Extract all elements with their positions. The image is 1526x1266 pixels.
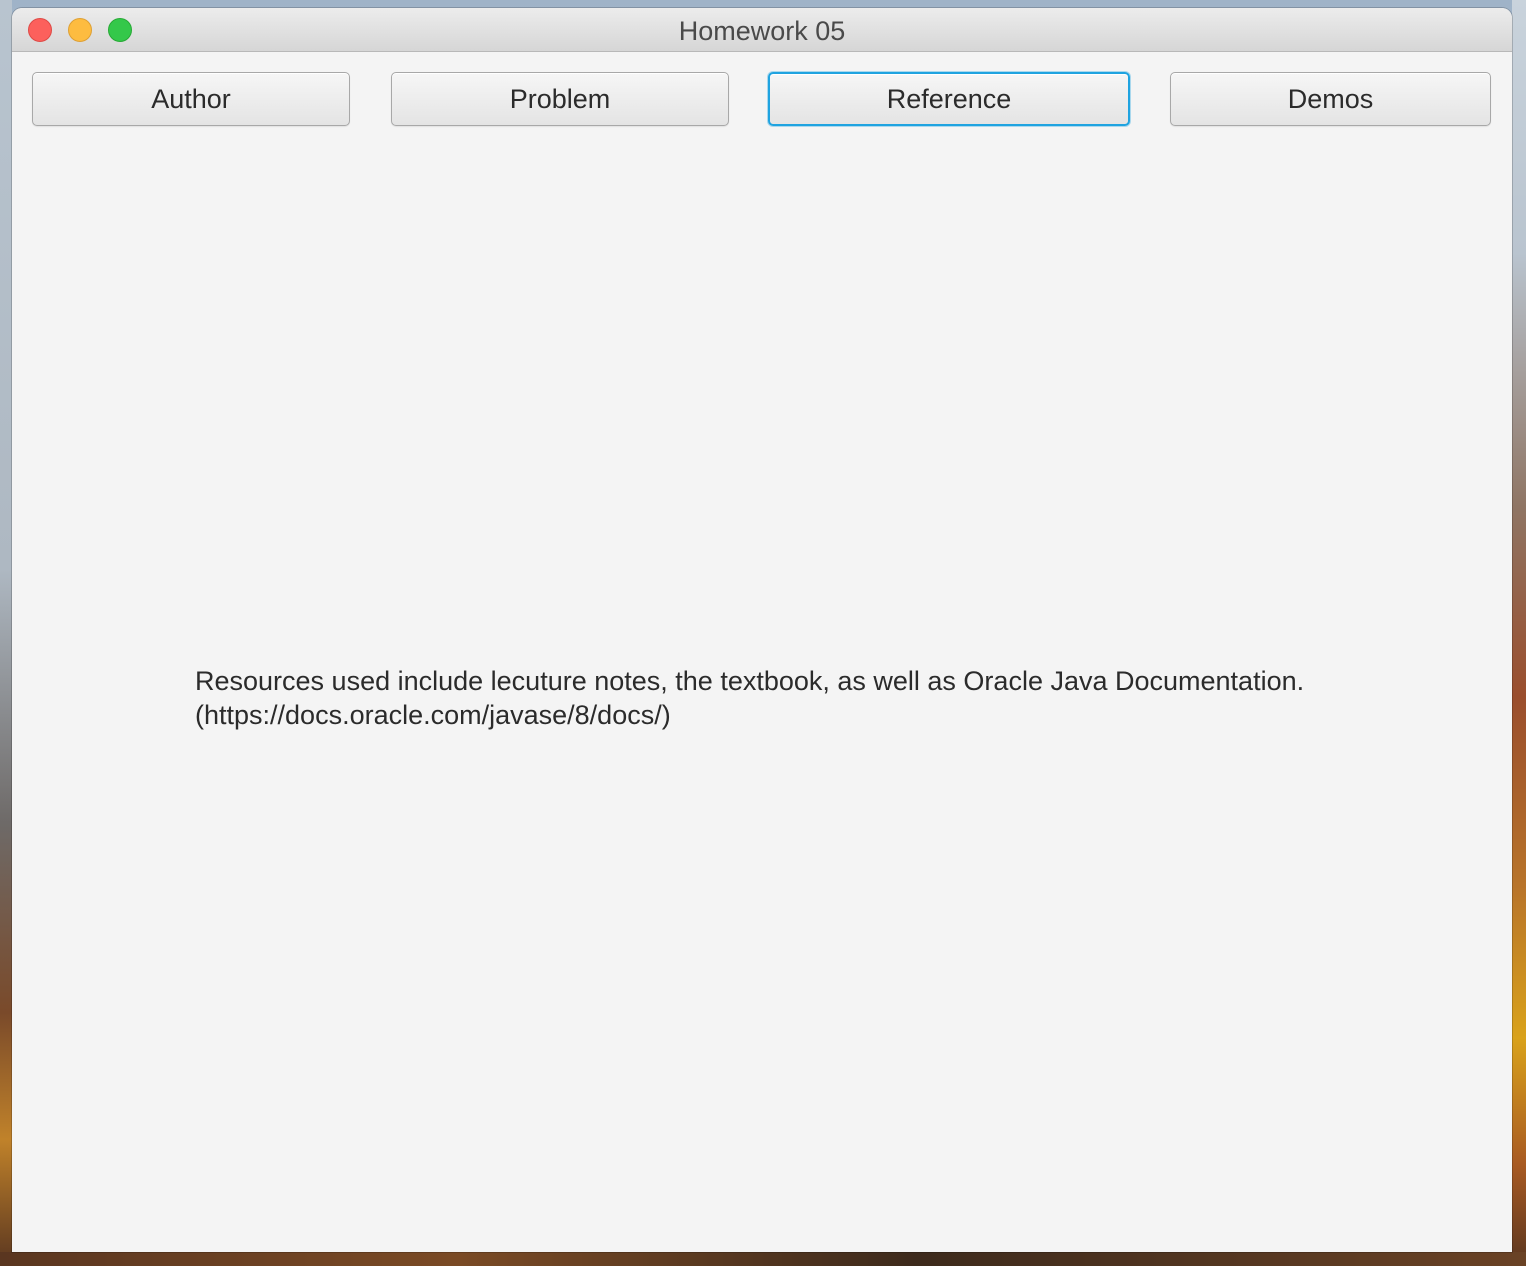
reference-text-line-1: Resources used include lecuture notes, t… (195, 666, 1305, 696)
author-button[interactable]: Author (32, 72, 350, 126)
reference-button[interactable]: Reference (768, 72, 1130, 126)
demos-button[interactable]: Demos (1170, 72, 1491, 126)
app-window: Homework 05 Author Problem Reference Dem… (12, 8, 1512, 1252)
desktop-wallpaper-right (1512, 0, 1526, 1266)
window-title: Homework 05 (678, 16, 846, 46)
desktop-wallpaper-left (0, 0, 12, 1266)
title-bar[interactable]: Homework 05 (12, 8, 1512, 52)
reference-text: Resources used include lecuture notes, t… (195, 664, 1395, 732)
desktop-wallpaper-bottom (0, 1252, 1526, 1266)
reference-text-line-2: (https://docs.oracle.com/javase/8/docs/) (195, 700, 671, 730)
problem-button[interactable]: Problem (391, 72, 729, 126)
